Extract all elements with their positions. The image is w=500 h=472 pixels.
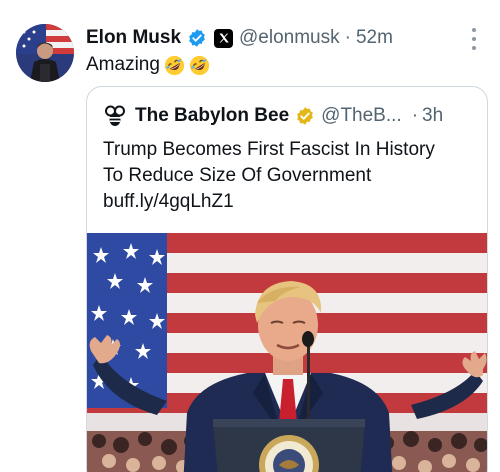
avatar[interactable] bbox=[16, 24, 74, 82]
quoted-tweet-body: Trump Becomes First Fascist In History T… bbox=[103, 139, 435, 186]
tweet-text: Amazing bbox=[86, 52, 210, 78]
author-handle[interactable]: @elonmusk bbox=[239, 27, 340, 49]
quoted-tweet-link[interactable]: buff.ly/4gqLhZ1 bbox=[103, 191, 234, 212]
rolling-on-floor-laughing-emoji-icon bbox=[164, 55, 185, 75]
quoted-author-handle[interactable]: @TheB... bbox=[321, 105, 402, 127]
separator-dot: · bbox=[411, 105, 419, 126]
x-logo-icon bbox=[214, 28, 234, 48]
gold-verified-badge-icon bbox=[297, 107, 313, 125]
tweet-timestamp[interactable]: 52m bbox=[356, 27, 393, 49]
author-name[interactable]: Elon Musk bbox=[86, 27, 181, 49]
rolling-on-floor-laughing-emoji-icon bbox=[189, 55, 210, 75]
babylon-bee-logo-icon bbox=[105, 105, 125, 126]
quoted-tweet-header: The Babylon Bee @TheB... · 3h bbox=[103, 103, 475, 129]
quoted-tweet-timestamp[interactable]: 3h bbox=[422, 105, 443, 127]
tweet[interactable]: Elon Musk @elonmusk · 52m Amazing The Ba… bbox=[0, 0, 500, 472]
more-options-icon[interactable] bbox=[470, 28, 478, 50]
quoted-tweet-card[interactable]: The Babylon Bee @TheB... · 3h Trump Beco… bbox=[86, 86, 488, 472]
quoted-author-name[interactable]: The Babylon Bee bbox=[135, 105, 289, 127]
separator-dot: · bbox=[344, 27, 351, 48]
tweet-body: Amazing bbox=[86, 54, 160, 75]
news-photo-image[interactable] bbox=[87, 233, 487, 472]
tweet-header: Elon Musk @elonmusk · 52m bbox=[86, 24, 393, 52]
verified-badge-icon bbox=[189, 29, 205, 47]
quoted-tweet-text: Trump Becomes First Fascist In History T… bbox=[103, 137, 443, 215]
